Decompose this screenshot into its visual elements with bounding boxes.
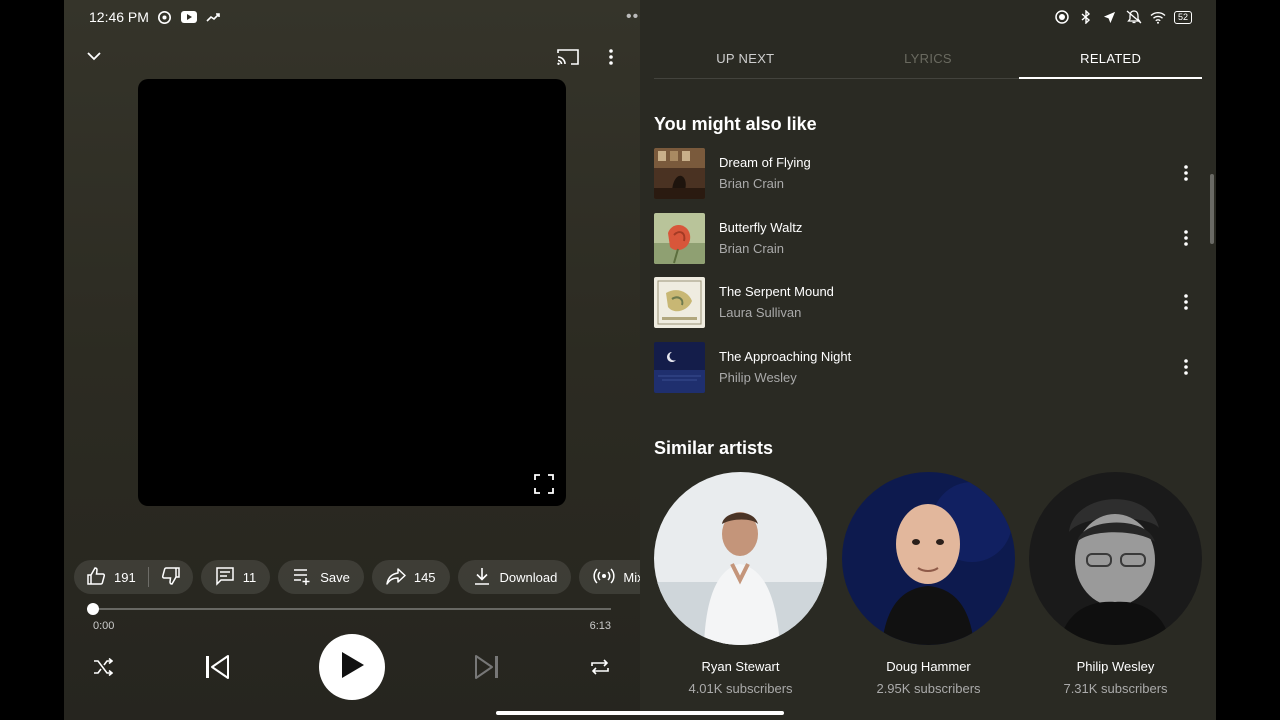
thumb-up-icon [86, 566, 106, 589]
avatar [1029, 472, 1202, 645]
song-text: Butterfly Waltz Brian Crain [719, 220, 1174, 256]
related-pane: 52 UP NEXT LYRICS RELATED You might also… [640, 0, 1216, 720]
artist-name: Ryan Stewart [701, 659, 780, 674]
wifi-icon [1150, 9, 1166, 25]
seek-bar[interactable] [92, 608, 611, 610]
download-icon [472, 566, 492, 589]
collapse-chevron-icon[interactable] [82, 44, 106, 68]
player-pane: 12:46 PM 191 11 Save 145 Download Mi 0:0… [64, 0, 640, 720]
share-count: 145 [413, 569, 436, 585]
mix-label: Mix [623, 569, 640, 585]
comment-count: 11 [242, 569, 257, 585]
previous-icon[interactable] [203, 652, 231, 682]
song-title: The Serpent Mound [719, 284, 834, 299]
notifications-off-icon [1126, 9, 1142, 25]
song-text: The Approaching Night Philip Wesley [719, 349, 1174, 385]
comment-icon [215, 566, 235, 589]
artist-name: Philip Wesley [1076, 659, 1155, 674]
avatar [842, 472, 1015, 645]
total-time: 6:13 [589, 620, 611, 632]
status-bar-left: 12:46 PM [89, 9, 221, 25]
more-vert-icon[interactable] [1174, 355, 1198, 379]
song-artwork [654, 212, 705, 264]
artist-card[interactable]: Doug Hammer 2.95K subscribers [842, 472, 1015, 696]
like-dislike-chip: 191 [74, 560, 193, 594]
share-button[interactable]: 145 [371, 560, 450, 594]
tab-lyrics[interactable]: LYRICS [837, 38, 1020, 78]
play-icon [339, 651, 365, 684]
song-item[interactable]: Butterfly Waltz Brian Crain [654, 212, 1202, 264]
avatar [654, 472, 827, 645]
fullscreen-icon[interactable] [532, 472, 556, 496]
artist-subscribers: 2.95K subscribers [876, 681, 981, 696]
more-vert-icon[interactable] [599, 45, 623, 69]
like-count: 191 [114, 569, 136, 585]
comments-button[interactable]: 11 [200, 560, 271, 594]
play-button[interactable] [319, 634, 385, 700]
record-icon [1054, 9, 1070, 25]
youtube-icon [180, 9, 197, 25]
action-chips-row: 191 11 Save 145 Download Mi [74, 560, 640, 594]
song-artwork [654, 147, 705, 199]
bluetooth-icon [1078, 9, 1094, 25]
song-text: The Serpent Mound Laura Sullivan [719, 284, 1174, 320]
song-artist: Laura Sullivan [719, 305, 802, 320]
save-button[interactable]: Save [278, 560, 364, 594]
tab-bar: UP NEXT LYRICS RELATED [654, 38, 1202, 79]
song-artist: Brian Crain [719, 176, 785, 191]
artist-card[interactable]: Ryan Stewart 4.01K subscribers [654, 472, 827, 696]
battery-level: 52 [1173, 10, 1192, 24]
artist-subscribers: 4.01K subscribers [688, 681, 793, 696]
cast-icon[interactable] [556, 45, 580, 69]
radio-icon [593, 567, 615, 588]
more-vert-icon[interactable] [1174, 226, 1198, 250]
song-artist: Philip Wesley [719, 370, 797, 385]
shuffle-icon[interactable] [90, 654, 116, 680]
next-icon[interactable] [473, 652, 501, 682]
current-time: 0:00 [93, 620, 115, 632]
artist-subscribers: 7.31K subscribers [1063, 681, 1168, 696]
song-title: The Approaching Night [719, 349, 852, 364]
song-artwork [654, 276, 705, 328]
playlist-add-icon [292, 566, 312, 589]
chrome-icon [157, 9, 173, 25]
save-label: Save [320, 569, 350, 585]
location-icon [1102, 9, 1118, 25]
song-item[interactable]: The Serpent Mound Laura Sullivan [654, 276, 1202, 328]
song-artwork [654, 341, 705, 393]
tab-up-next[interactable]: UP NEXT [654, 38, 837, 78]
like-button[interactable]: 191 [74, 560, 148, 594]
artist-card[interactable]: Philip Wesley 7.31K subscribers [1029, 472, 1202, 696]
trending-icon [205, 9, 221, 25]
status-time: 12:46 PM [89, 9, 149, 25]
download-button[interactable]: Download [457, 560, 572, 594]
song-artist: Brian Crain [719, 241, 785, 256]
dislike-button[interactable] [149, 560, 193, 594]
seek-knob[interactable] [87, 603, 99, 615]
thumb-down-icon [161, 566, 181, 589]
home-indicator[interactable] [496, 711, 784, 715]
song-title: Butterfly Waltz [719, 220, 803, 235]
mix-button[interactable]: Mix [579, 560, 640, 594]
song-item[interactable]: Dream of Flying Brian Crain [654, 147, 1202, 199]
more-vert-icon[interactable] [1174, 290, 1198, 314]
video-player[interactable] [138, 79, 566, 506]
scrollbar[interactable] [1210, 174, 1214, 244]
song-title: Dream of Flying [719, 155, 811, 170]
artist-name: Doug Hammer [886, 659, 971, 674]
more-vert-icon[interactable] [1174, 161, 1198, 185]
app-screen: 12:46 PM 191 11 Save 145 Download Mi 0:0… [64, 0, 1216, 720]
repeat-icon[interactable] [587, 654, 613, 680]
status-bar-right: 52 [1054, 9, 1192, 25]
tab-related[interactable]: RELATED [1019, 38, 1202, 79]
song-item[interactable]: The Approaching Night Philip Wesley [654, 341, 1202, 393]
share-icon [386, 566, 406, 589]
similar-artists-heading: Similar artists [654, 438, 774, 458]
download-label: Download [499, 569, 558, 585]
song-text: Dream of Flying Brian Crain [719, 155, 1174, 191]
might-like-heading: You might also like [654, 114, 817, 134]
